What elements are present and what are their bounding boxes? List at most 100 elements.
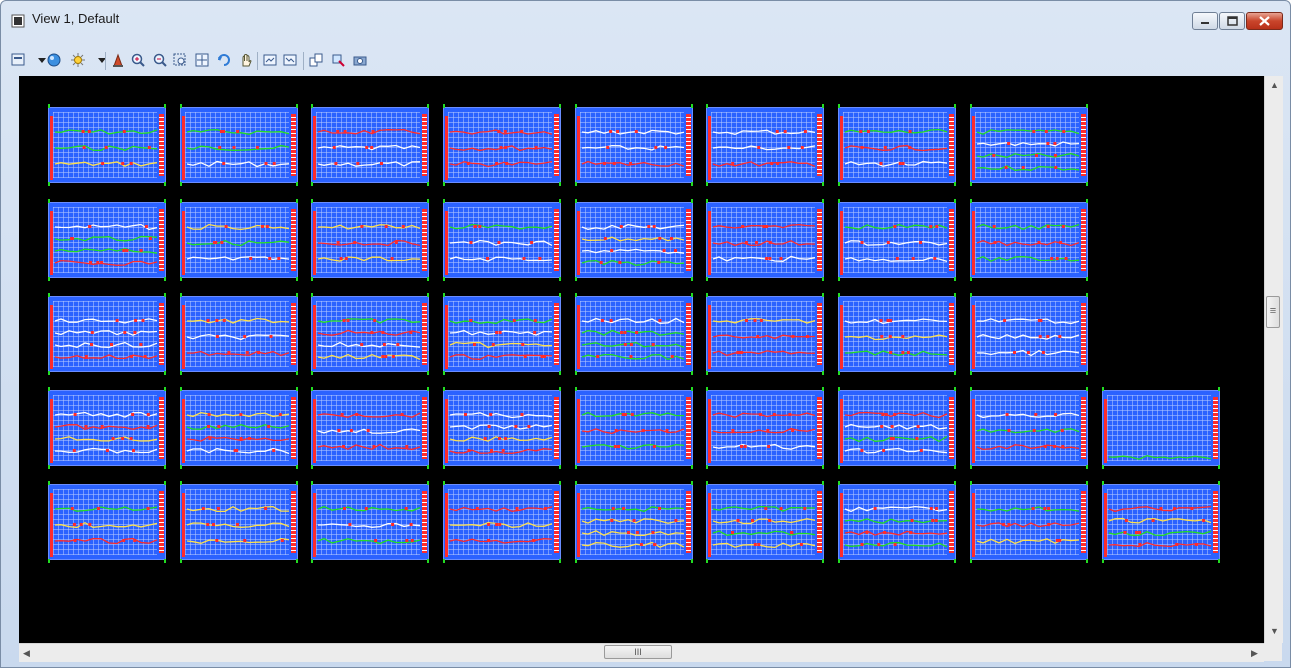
drawing-sheet[interactable] bbox=[443, 202, 561, 278]
horizontal-scroll-thumb[interactable]: III bbox=[604, 645, 672, 659]
pan-view-button[interactable] bbox=[237, 51, 255, 69]
drawing-sheet[interactable] bbox=[1102, 390, 1220, 466]
sheet-corner-mark bbox=[164, 559, 166, 563]
view-previous-button[interactable] bbox=[261, 51, 279, 69]
drawing-sheet[interactable] bbox=[48, 202, 166, 278]
sheet-profiles bbox=[182, 493, 290, 557]
sheet-corner-mark bbox=[954, 371, 956, 375]
zoom-out-button[interactable] bbox=[151, 51, 169, 69]
sheet-profiles bbox=[50, 116, 158, 180]
sheet-corner-mark bbox=[180, 293, 182, 297]
sheet-corner-mark bbox=[1086, 481, 1088, 485]
drawing-sheet[interactable] bbox=[706, 296, 824, 372]
sheet-corner-mark bbox=[311, 199, 313, 203]
drawing-sheet[interactable] bbox=[180, 484, 298, 560]
camera-button[interactable] bbox=[351, 51, 369, 69]
lights-button[interactable] bbox=[69, 51, 87, 69]
sheet-corner-mark bbox=[822, 559, 824, 563]
sheet-corner-mark bbox=[443, 465, 445, 469]
drawing-sheet[interactable] bbox=[443, 390, 561, 466]
drawing-sheet[interactable] bbox=[970, 484, 1088, 560]
update-view-button[interactable] bbox=[109, 51, 127, 69]
drawing-sheet[interactable] bbox=[575, 202, 693, 278]
sheet-profiles bbox=[577, 493, 685, 557]
sheet-corner-mark bbox=[443, 387, 445, 391]
clip-volume-button[interactable] bbox=[329, 51, 347, 69]
drawing-sheet[interactable] bbox=[838, 390, 956, 466]
sheet-corner-mark bbox=[180, 199, 182, 203]
fit-view-icon bbox=[195, 53, 209, 67]
copy-view-icon bbox=[309, 53, 323, 67]
scroll-down-icon[interactable]: ▼ bbox=[1270, 626, 1279, 636]
view-window-icon bbox=[11, 14, 25, 28]
sheet-corner-mark bbox=[180, 371, 182, 375]
fit-view-button[interactable] bbox=[193, 51, 211, 69]
sheet-corner-mark bbox=[575, 465, 577, 469]
drawing-sheet[interactable] bbox=[180, 390, 298, 466]
title-bar[interactable]: View 1, Default bbox=[1, 1, 1290, 41]
drawing-sheet[interactable] bbox=[970, 390, 1088, 466]
vertical-scroll-thumb[interactable]: ≡ bbox=[1266, 296, 1280, 328]
window-area-button[interactable] bbox=[171, 51, 189, 69]
drawing-sheet[interactable] bbox=[970, 296, 1088, 372]
display-style-button[interactable] bbox=[45, 51, 63, 69]
drawing-sheet[interactable] bbox=[311, 484, 429, 560]
drawing-sheet[interactable] bbox=[443, 296, 561, 372]
drawing-sheet[interactable] bbox=[180, 107, 298, 183]
drawing-sheet[interactable] bbox=[838, 202, 956, 278]
drawing-sheet[interactable] bbox=[575, 107, 693, 183]
camera-icon bbox=[353, 56, 367, 66]
drawing-sheet[interactable] bbox=[838, 107, 956, 183]
drawing-sheet[interactable] bbox=[575, 390, 693, 466]
drawing-sheet[interactable] bbox=[48, 484, 166, 560]
drawing-sheet[interactable] bbox=[838, 296, 956, 372]
drawing-sheet[interactable] bbox=[180, 202, 298, 278]
sheet-corner-mark bbox=[706, 104, 708, 108]
scroll-left-icon[interactable]: ◀ bbox=[23, 648, 30, 659]
sheet-corner-mark bbox=[48, 277, 50, 281]
minimize-button[interactable] bbox=[1192, 12, 1218, 30]
sheet-corner-mark bbox=[691, 199, 693, 203]
drawing-sheet[interactable] bbox=[706, 107, 824, 183]
copy-view-button[interactable] bbox=[307, 51, 325, 69]
sheet-corner-mark bbox=[970, 465, 972, 469]
drawing-sheet[interactable] bbox=[970, 107, 1088, 183]
drawing-sheet[interactable] bbox=[48, 390, 166, 466]
scroll-right-icon[interactable]: ▶ bbox=[1251, 648, 1258, 659]
drawing-sheet[interactable] bbox=[1102, 484, 1220, 560]
drawing-sheet[interactable] bbox=[970, 202, 1088, 278]
scroll-up-icon[interactable]: ▲ bbox=[1270, 80, 1279, 90]
rotate-view-button[interactable] bbox=[215, 51, 233, 69]
drawing-sheet[interactable] bbox=[311, 107, 429, 183]
sheet-corner-mark bbox=[180, 104, 182, 108]
sheet-corner-mark bbox=[311, 465, 313, 469]
drawing-sheet[interactable] bbox=[443, 484, 561, 560]
vertical-scrollbar[interactable]: ▲ ▼ bbox=[1264, 76, 1283, 643]
zoom-in-button[interactable] bbox=[129, 51, 147, 69]
drawing-sheet[interactable] bbox=[48, 107, 166, 183]
drawing-viewport[interactable] bbox=[19, 76, 1264, 643]
drawing-sheet[interactable] bbox=[575, 296, 693, 372]
maximize-button[interactable] bbox=[1219, 12, 1245, 30]
drawing-sheet[interactable] bbox=[48, 296, 166, 372]
sheet-corner-mark bbox=[1218, 387, 1220, 391]
view-attributes-button[interactable] bbox=[9, 51, 27, 69]
sheet-corner-mark bbox=[838, 371, 840, 375]
drawing-sheet[interactable] bbox=[706, 484, 824, 560]
sheet-profiles bbox=[577, 399, 685, 463]
sheet-corner-mark bbox=[954, 199, 956, 203]
drawing-sheet[interactable] bbox=[311, 390, 429, 466]
sheet-corner-mark bbox=[691, 559, 693, 563]
drawing-sheet[interactable] bbox=[180, 296, 298, 372]
drawing-sheet[interactable] bbox=[706, 202, 824, 278]
drawing-sheet[interactable] bbox=[311, 202, 429, 278]
drawing-sheet[interactable] bbox=[706, 390, 824, 466]
sheet-corner-mark bbox=[311, 182, 313, 186]
drawing-sheet[interactable] bbox=[311, 296, 429, 372]
drawing-sheet[interactable] bbox=[575, 484, 693, 560]
drawing-sheet[interactable] bbox=[838, 484, 956, 560]
drawing-sheet[interactable] bbox=[443, 107, 561, 183]
close-button[interactable] bbox=[1246, 12, 1283, 30]
sheet-profiles bbox=[1104, 399, 1212, 463]
view-next-button[interactable] bbox=[281, 51, 299, 69]
